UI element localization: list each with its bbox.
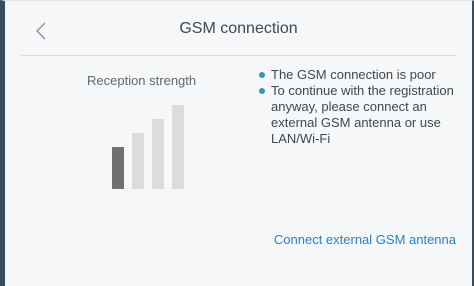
signal-bar-2 xyxy=(132,133,144,189)
info-item-text: To continue with the registration anyway… xyxy=(271,83,454,146)
connect-external-antenna-link[interactable]: Connect external GSM antenna xyxy=(274,232,456,247)
info-item: To continue with the registration anyway… xyxy=(259,83,469,147)
reception-strength-label: Reception strength xyxy=(87,73,197,88)
bullet-icon xyxy=(259,88,265,94)
page-title: GSM connection xyxy=(179,20,298,37)
info-item-text: The GSM connection is poor xyxy=(271,67,436,82)
signal-strength-icon xyxy=(112,105,192,189)
signal-bar-1 xyxy=(112,147,124,189)
info-list: The GSM connection is poor To continue w… xyxy=(259,67,469,147)
signal-bar-4 xyxy=(172,105,184,189)
signal-bar-3 xyxy=(152,119,164,189)
info-item: The GSM connection is poor xyxy=(259,67,469,83)
gsm-connection-screen: GSM connection Reception strength The GS… xyxy=(0,0,474,286)
header-bar: GSM connection xyxy=(21,7,456,56)
bullet-icon xyxy=(259,72,265,78)
